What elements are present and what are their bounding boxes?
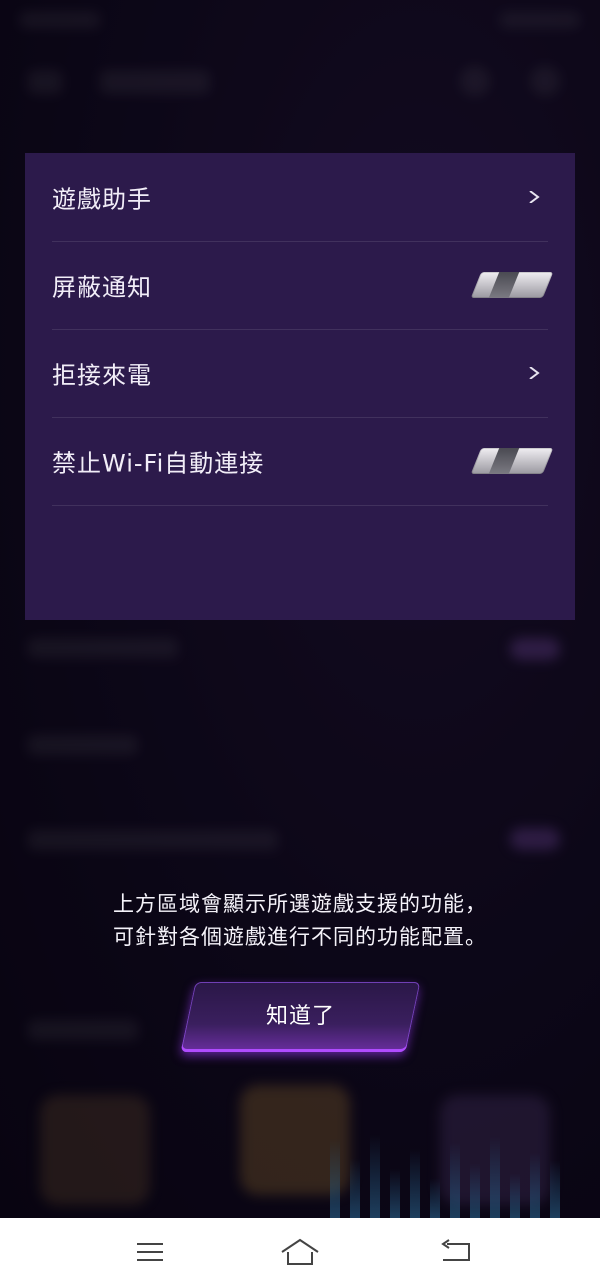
- disable-wifi-autoconnect-toggle[interactable]: [470, 448, 554, 474]
- block-notifications-label: 屏蔽通知: [52, 273, 152, 302]
- back-button[interactable]: [437, 1238, 477, 1268]
- home-button[interactable]: [280, 1238, 320, 1268]
- game-assistant-label: 遊戲助手: [52, 185, 152, 214]
- reject-calls-label: 拒接來電: [52, 361, 152, 390]
- got-it-button-label: 知道了: [265, 1004, 335, 1029]
- block-notifications-row: 屏蔽通知: [52, 241, 554, 330]
- game-assistant-row[interactable]: 遊戲助手: [52, 153, 548, 242]
- home-icon: [280, 1238, 320, 1268]
- got-it-button[interactable]: 知道了: [180, 982, 421, 1052]
- game-mode-screen: 遊戲助手 屏蔽通知 拒接來電 禁止Wi-Fi自動連接 上方區域會顯示所選遊戲支援…: [0, 0, 600, 1218]
- menu-icon: [131, 1238, 171, 1268]
- hint-line-2: 可針對各個遊戲進行不同的功能配置。: [113, 925, 487, 949]
- chevron-right-icon: [528, 191, 540, 203]
- chevron-right-icon: [528, 367, 540, 379]
- hint-line-1: 上方區域會顯示所選遊戲支援的功能，: [113, 892, 487, 916]
- hint-text: 上方區域會顯示所選遊戲支援的功能， 可針對各個遊戲進行不同的功能配置。: [0, 888, 600, 954]
- feature-panel: 遊戲助手 屏蔽通知 拒接來電 禁止Wi-Fi自動連接: [25, 153, 575, 620]
- equalizer-decoration: [330, 1130, 570, 1218]
- back-icon: [437, 1238, 477, 1268]
- disable-wifi-autoconnect-row: 禁止Wi-Fi自動連接: [52, 417, 554, 506]
- menu-button[interactable]: [131, 1238, 171, 1268]
- reject-calls-row[interactable]: 拒接來電: [52, 329, 548, 418]
- system-navigation-bar: [0, 1218, 600, 1288]
- disable-wifi-autoconnect-label: 禁止Wi-Fi自動連接: [52, 449, 265, 478]
- block-notifications-toggle[interactable]: [470, 272, 554, 298]
